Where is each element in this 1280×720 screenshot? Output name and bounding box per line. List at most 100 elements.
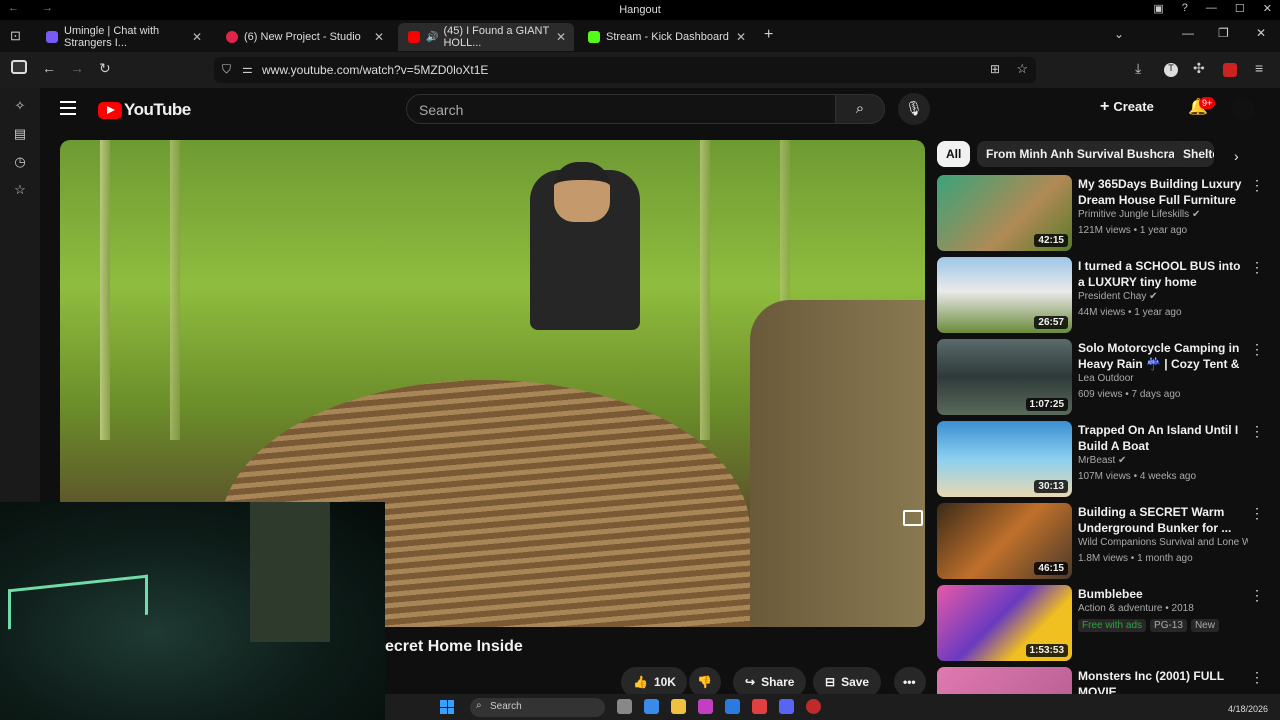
tab-umingle[interactable]: Umingle | Chat with Strangers I... ✕	[36, 23, 210, 51]
video-thumbnail[interactable]: 42:15	[937, 175, 1072, 251]
chip-all[interactable]: All	[937, 141, 971, 167]
bookmark-star-icon[interactable]: ☆	[1016, 61, 1028, 77]
rec-title[interactable]: My 365Days Building Luxury Dream House F…	[1078, 176, 1242, 208]
speaker-icon[interactable]: 🔊	[426, 32, 438, 43]
video-thumbnail[interactable]: 1:53:53	[937, 585, 1072, 661]
list-item[interactable]: 1:53:53 Bumblebee Action & adventure • 2…	[937, 585, 1267, 663]
miniplayer-icon[interactable]	[903, 510, 923, 526]
vertical-dots-icon[interactable]: ⋮	[1250, 259, 1264, 276]
help-icon[interactable]: ?	[1182, 2, 1188, 15]
rec-title[interactable]: Bumblebee	[1078, 586, 1242, 602]
save-button[interactable]: ⊟ Save	[813, 667, 882, 697]
search-input[interactable]: Search	[406, 94, 836, 124]
windows-start-icon[interactable]	[440, 700, 454, 714]
rec-title[interactable]: Trapped On An Island Until I Build A Boa…	[1078, 422, 1242, 454]
vertical-dots-icon[interactable]: ⋮	[1250, 177, 1264, 194]
vertical-dots-icon[interactable]: ⋮	[1250, 669, 1264, 686]
site-settings-icon[interactable]: ⚌	[242, 62, 253, 76]
tab-close-icon[interactable]: ✕	[192, 30, 202, 44]
tab-youtube[interactable]: 🔊 (45) I Found a GIANT HOLL... ✕	[398, 23, 574, 51]
video-thumbnail[interactable]: 46:15	[937, 503, 1072, 579]
voice-search-button[interactable]: 🎙	[898, 93, 930, 125]
extension-badge-icon[interactable]	[1223, 63, 1237, 77]
vertical-dots-icon[interactable]: ⋮	[1250, 505, 1264, 522]
forward-icon[interactable]: →	[70, 60, 84, 76]
vertical-dots-icon[interactable]: ⋮	[1250, 341, 1264, 358]
ai-sparkle-icon[interactable]: ✧	[0, 98, 40, 116]
vertical-dots-icon[interactable]: ⋮	[1250, 587, 1264, 604]
vertical-dots-icon[interactable]: ⋮	[1250, 423, 1264, 440]
dislike-button[interactable]: 👎	[689, 667, 721, 697]
rec-channel[interactable]: Primitive Jungle Lifeskills ✔	[1078, 209, 1248, 220]
maximize-icon[interactable]: ☐	[1235, 2, 1245, 15]
reload-icon[interactable]: ↻	[99, 60, 111, 77]
rec-title[interactable]: Building a SECRET Warm Underground Bunke…	[1078, 504, 1242, 536]
url-field[interactable]: ⛉ ⚌ www.youtube.com/watch?v=5MZD0loXt1E …	[214, 57, 1036, 83]
sidebar-toggle-icon[interactable]	[11, 60, 27, 74]
brave-icon[interactable]	[752, 699, 767, 714]
extension-t-icon[interactable]: T	[1164, 63, 1178, 77]
save-label: Save	[841, 675, 870, 689]
window-controls[interactable]: ▣ ? — ☐ ✕	[1153, 2, 1272, 15]
hamburger-menu-icon[interactable]	[60, 101, 76, 115]
minimize-icon[interactable]: —	[1206, 2, 1217, 15]
scene-person-head	[554, 162, 610, 222]
profile-icon[interactable]: ▣	[1153, 2, 1163, 15]
rec-title[interactable]: Solo Motorcycle Camping in Heavy Rain ☔ …	[1078, 340, 1242, 372]
tab-list-chevron-icon[interactable]: ⌄	[1114, 27, 1124, 41]
rec-channel[interactable]: President Chay ✔	[1078, 291, 1248, 302]
create-button[interactable]: + Create	[1100, 98, 1154, 116]
app-icon[interactable]	[806, 699, 821, 714]
edge-icon[interactable]	[644, 699, 659, 714]
list-item[interactable]: 42:15 My 365Days Building Luxury Dream H…	[937, 175, 1267, 253]
youtube-logo[interactable]: YouTube	[98, 100, 191, 120]
taskbar-search[interactable]: ⌕ Search	[470, 698, 605, 717]
list-item[interactable]: 30:13 Trapped On An Island Until I Build…	[937, 421, 1267, 499]
search-button[interactable]: ⌕	[835, 94, 885, 124]
video-thumbnail[interactable]: 26:57	[937, 257, 1072, 333]
new-tab-icon[interactable]: +	[764, 26, 773, 44]
url-text[interactable]: www.youtube.com/watch?v=5MZD0loXt1E	[262, 63, 488, 77]
chevron-right-icon[interactable]: ›	[1234, 148, 1239, 164]
rec-title[interactable]: I turned a SCHOOL BUS into a LUXURY tiny…	[1078, 258, 1242, 290]
tab-studio[interactable]: (6) New Project - Studio ✕	[216, 23, 392, 51]
tab-actions-icon[interactable]: ⊡	[10, 28, 21, 44]
share-button[interactable]: ↪ Share	[733, 667, 807, 697]
task-view-icon[interactable]	[617, 699, 632, 714]
mail-icon[interactable]	[725, 699, 740, 714]
list-item[interactable]: 1:07:25 Solo Motorcycle Camping in Heavy…	[937, 339, 1267, 417]
chip-channel[interactable]: From Minh Anh Survival Bushcraft	[977, 141, 1192, 167]
tab-close-icon[interactable]: ✕	[556, 30, 566, 44]
shield-icon[interactable]: ⛉	[222, 62, 231, 77]
copilot-icon[interactable]	[698, 699, 713, 714]
minimize-icon[interactable]: —	[1182, 26, 1194, 40]
chip-shelter[interactable]: Shelte	[1174, 141, 1214, 167]
tab-kick[interactable]: Stream - Kick Dashboard ✕	[578, 23, 754, 51]
like-button[interactable]: 👍 10K	[621, 667, 687, 697]
video-thumbnail[interactable]: 30:13	[937, 421, 1072, 497]
more-actions-button[interactable]: •••	[894, 667, 926, 697]
back-icon[interactable]: ←	[42, 60, 56, 76]
extensions-puzzle-icon[interactable]: ✣	[1193, 60, 1205, 77]
reading-list-icon[interactable]: ▤	[0, 126, 40, 144]
rec-channel[interactable]: Lea Outdoor	[1078, 373, 1248, 384]
list-item[interactable]: 46:15 Building a SECRET Warm Underground…	[937, 503, 1267, 581]
list-item[interactable]: 26:57 I turned a SCHOOL BUS into a LUXUR…	[937, 257, 1267, 335]
history-icon[interactable]: ◷	[0, 154, 40, 172]
rec-channel[interactable]: Wild Companions Survival and Lone Wo...	[1078, 537, 1248, 548]
webcam-led-strip	[8, 574, 148, 630]
rec-channel[interactable]: MrBeast ✔	[1078, 455, 1248, 466]
video-thumbnail[interactable]: 1:07:25	[937, 339, 1072, 415]
file-explorer-icon[interactable]	[671, 699, 686, 714]
install-app-icon[interactable]: ⊞	[990, 62, 1000, 76]
avatar[interactable]	[1232, 98, 1254, 120]
restore-icon[interactable]: ❐	[1218, 26, 1229, 40]
downloads-icon[interactable]: ⤓	[1135, 60, 1141, 77]
tab-close-icon[interactable]: ✕	[374, 30, 384, 44]
browser-menu-icon[interactable]: ≡	[1255, 60, 1263, 76]
close-window-icon[interactable]: ✕	[1256, 26, 1266, 40]
tab-close-icon[interactable]: ✕	[736, 30, 746, 44]
discord-icon[interactable]	[779, 699, 794, 714]
favorites-star-icon[interactable]: ☆	[0, 182, 40, 200]
close-icon[interactable]: ✕	[1263, 2, 1272, 15]
